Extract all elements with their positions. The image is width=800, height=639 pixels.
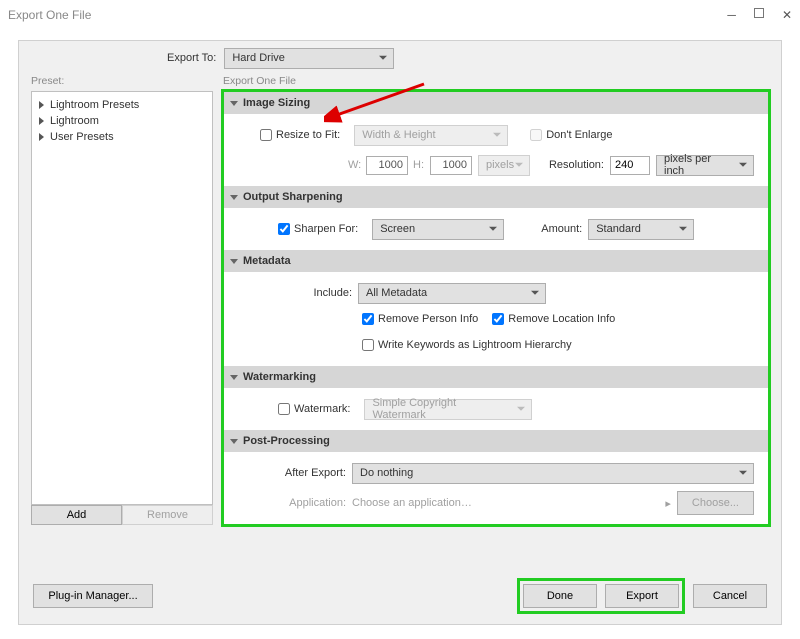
collapse-icon (230, 375, 238, 380)
add-preset-button[interactable]: Add (31, 505, 122, 525)
export-to-label: Export To: (167, 52, 216, 64)
chevron-down-icon (739, 471, 747, 475)
application-label: Application: (238, 497, 352, 509)
preset-item-label: Lightroom (50, 115, 99, 127)
export-to-dropdown[interactable]: Hard Drive (224, 48, 394, 69)
done-button[interactable]: Done (523, 584, 597, 608)
chevron-down-icon (679, 227, 687, 231)
chevron-down-icon (493, 133, 501, 137)
section-title: Post-Processing (243, 435, 330, 447)
collapse-icon (230, 195, 238, 200)
maximize-button[interactable] (754, 8, 764, 18)
preset-item-lightroom[interactable]: Lightroom (36, 113, 208, 129)
units-dropdown[interactable]: pixels (478, 155, 530, 176)
preset-item-label: Lightroom Presets (50, 99, 139, 111)
expand-icon (39, 101, 44, 109)
collapse-icon (230, 259, 238, 264)
close-button[interactable]: ✕ (782, 8, 792, 22)
chevron-down-icon (517, 407, 525, 411)
section-title: Metadata (243, 255, 291, 267)
remove-location-info-checkbox[interactable]: Remove Location Info (492, 313, 615, 325)
section-header-output-sharpening[interactable]: Output Sharpening (224, 186, 768, 208)
section-title: Image Sizing (243, 97, 310, 109)
resolution-units-value: pixels per inch (664, 153, 731, 177)
dont-enlarge-checkbox[interactable]: Don't Enlarge (530, 129, 612, 141)
remove-preset-button[interactable]: Remove (122, 505, 213, 525)
panel-label: Export One File (223, 75, 769, 87)
collapse-icon (230, 101, 238, 106)
expand-icon (39, 117, 44, 125)
collapse-icon (230, 439, 238, 444)
section-header-post-processing[interactable]: Post-Processing (224, 430, 768, 452)
amount-value: Standard (596, 223, 641, 235)
height-input[interactable] (430, 156, 472, 175)
after-export-dropdown[interactable]: Do nothing (352, 463, 754, 484)
chevron-down-icon (379, 56, 387, 60)
watermark-value: Simple Copyright Watermark (372, 397, 509, 421)
choose-application-button[interactable]: Choose... (677, 491, 754, 515)
sharpen-value: Screen (380, 223, 415, 235)
export-to-value: Hard Drive (232, 52, 285, 64)
section-header-metadata[interactable]: Metadata (224, 250, 768, 272)
watermark-checkbox[interactable]: Watermark: (278, 403, 350, 415)
resize-mode-value: Width & Height (362, 129, 435, 141)
resolution-input[interactable] (610, 156, 650, 175)
write-keywords-checkbox[interactable]: Write Keywords as Lightroom Hierarchy (362, 339, 572, 351)
include-dropdown[interactable]: All Metadata (358, 283, 546, 304)
preset-item-label: User Presets (50, 131, 114, 143)
after-export-label: After Export: (238, 467, 352, 479)
primary-buttons-highlight: Done Export (517, 578, 685, 614)
amount-label: Amount: (504, 223, 588, 235)
preset-label: Preset: (31, 75, 213, 87)
width-label: W: (348, 159, 366, 171)
after-export-value: Do nothing (360, 467, 413, 479)
chevron-down-icon (531, 291, 539, 295)
application-placeholder: Choose an application… (352, 497, 659, 509)
resolution-units-dropdown[interactable]: pixels per inch (656, 155, 754, 176)
plugin-manager-button[interactable]: Plug-in Manager... (33, 584, 153, 608)
preset-item-lightroom-presets[interactable]: Lightroom Presets (36, 97, 208, 113)
cancel-button[interactable]: Cancel (693, 584, 767, 608)
resize-to-fit-checkbox[interactable]: Resize to Fit: (260, 129, 340, 141)
amount-dropdown[interactable]: Standard (588, 219, 694, 240)
preset-item-user-presets[interactable]: User Presets (36, 129, 208, 145)
height-label: H: (408, 159, 430, 171)
sharpen-for-checkbox[interactable]: Sharpen For: (278, 223, 358, 235)
section-title: Watermarking (243, 371, 316, 383)
expand-icon: ▸ (665, 497, 671, 510)
chevron-down-icon (515, 163, 523, 167)
include-value: All Metadata (366, 287, 427, 299)
window-title: Export One File (8, 8, 91, 22)
minimize-button[interactable]: ─ (727, 8, 736, 22)
units-value: pixels (486, 159, 514, 171)
export-button[interactable]: Export (605, 584, 679, 608)
remove-person-info-checkbox[interactable]: Remove Person Info (362, 313, 478, 325)
resolution-label: Resolution: (530, 159, 610, 171)
width-input[interactable] (366, 156, 408, 175)
include-label: Include: (238, 287, 358, 299)
expand-icon (39, 133, 44, 141)
section-title: Output Sharpening (243, 191, 343, 203)
section-header-image-sizing[interactable]: Image Sizing (224, 92, 768, 114)
section-header-watermarking[interactable]: Watermarking (224, 366, 768, 388)
watermark-dropdown[interactable]: Simple Copyright Watermark (364, 399, 532, 420)
export-sections-panel: Image Sizing Resize to Fit: Width & Heig… (223, 91, 769, 525)
preset-list[interactable]: Lightroom Presets Lightroom User Presets (31, 91, 213, 505)
resize-mode-dropdown[interactable]: Width & Height (354, 125, 508, 146)
chevron-down-icon (739, 163, 747, 167)
chevron-down-icon (489, 227, 497, 231)
sharpen-for-dropdown[interactable]: Screen (372, 219, 504, 240)
